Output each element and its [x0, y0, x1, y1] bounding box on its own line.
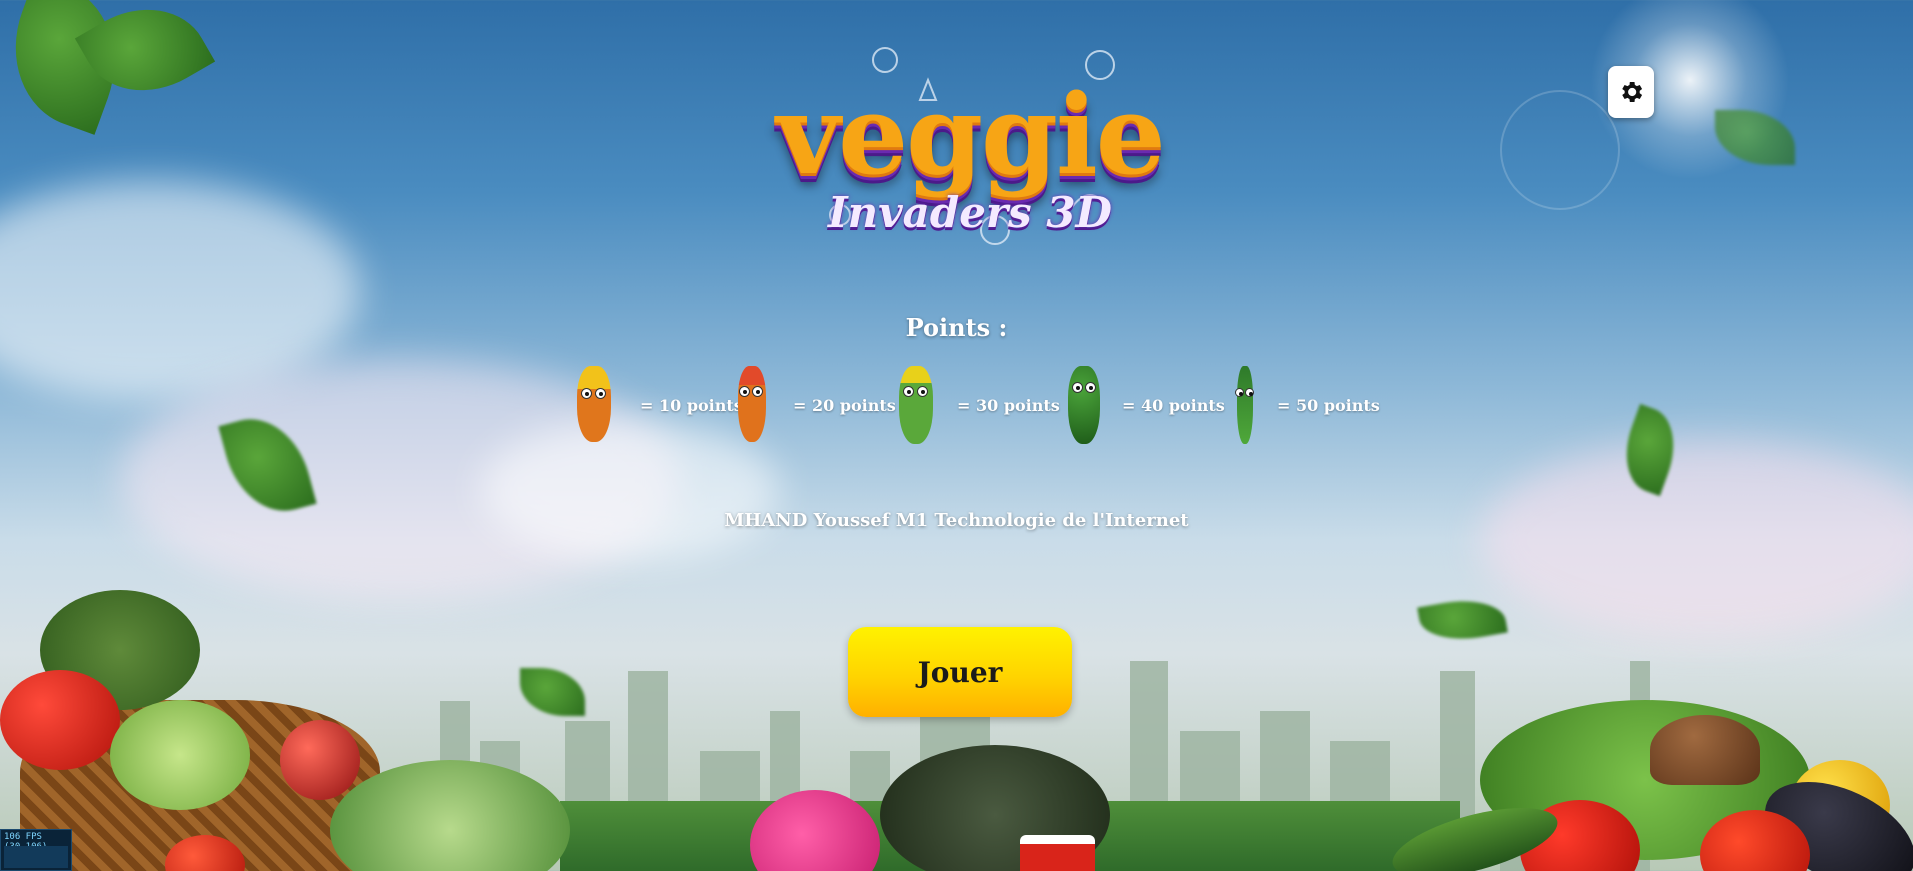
game-logo: veggie Invaders 3D	[730, 40, 1210, 250]
celery-cap-enemy-icon	[899, 366, 933, 444]
juice-glass	[1020, 835, 1095, 871]
points-label: = 50 points	[1277, 396, 1380, 415]
logo-title: veggie	[776, 70, 1166, 199]
points-title: Points :	[905, 313, 1008, 342]
mushroom	[1650, 715, 1760, 785]
cloud	[1480, 440, 1913, 640]
points-label: = 10 points	[640, 396, 743, 415]
sun-flare	[1500, 90, 1620, 210]
credits-text: MHAND Youssef M1 Technologie de l'Intern…	[724, 510, 1189, 531]
points-label: = 20 points	[793, 396, 896, 415]
red-pepper	[0, 670, 120, 770]
apple	[280, 720, 360, 800]
cabbage	[110, 700, 250, 810]
carrot-helmet-enemy-icon	[577, 366, 611, 442]
asparagus-enemy-icon	[1235, 366, 1254, 444]
cucumber-enemy-icon	[1068, 366, 1100, 444]
points-label: = 30 points	[957, 396, 1060, 415]
leaf	[1417, 592, 1508, 648]
cloud	[480, 420, 780, 560]
gear-icon	[1622, 81, 1643, 103]
logo-subtitle: Invaders 3D	[828, 188, 1112, 237]
settings-button[interactable]	[1608, 66, 1654, 118]
points-label: = 40 points	[1122, 396, 1225, 415]
carrot-cap-enemy-icon	[738, 366, 766, 442]
fps-graph	[4, 846, 68, 868]
fps-meter: 106 FPS (30-106)	[0, 829, 72, 871]
play-button[interactable]: Jouer	[848, 627, 1072, 717]
